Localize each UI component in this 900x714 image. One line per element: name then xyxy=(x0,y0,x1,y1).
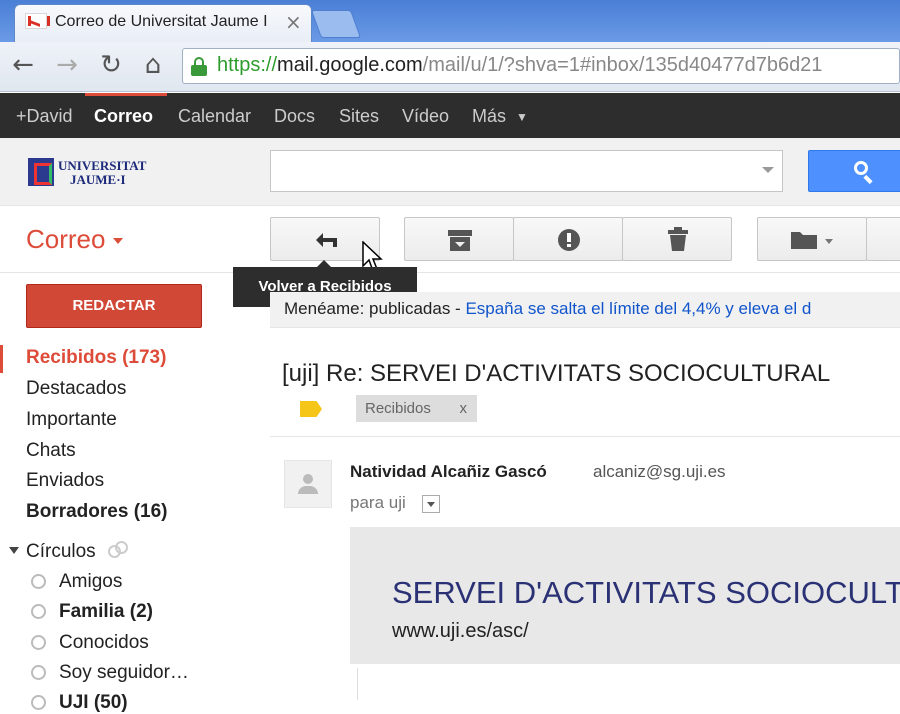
web-clip: Menéame: publicadas - España se salta el… xyxy=(270,292,900,328)
gbar-active-indicator xyxy=(85,93,167,96)
circle-bullet-icon xyxy=(31,604,46,619)
gbar-sites[interactable]: Sites xyxy=(339,106,379,127)
folder-icon xyxy=(791,232,833,249)
browser-tabstrip: Correo de Universitat Jaume I × xyxy=(0,0,900,42)
reload-icon[interactable]: ↻ xyxy=(96,50,126,80)
sidebar-item-chats[interactable]: Chats xyxy=(26,440,76,462)
tab-title: Correo de Universitat Jaume I xyxy=(55,13,268,30)
back-arrow-icon[interactable]: ← xyxy=(8,50,38,80)
circle-item-uji[interactable]: UJI (50) xyxy=(59,692,128,714)
circle-bullet-icon xyxy=(31,574,46,589)
university-logo[interactable]: UNIVERSITAT JAUME·I xyxy=(28,158,148,188)
google-bar: +David Correo Calendar Docs Sites Vídeo … xyxy=(0,93,900,138)
circle-bullet-icon xyxy=(31,695,46,710)
gbar-calendar[interactable]: Calendar xyxy=(178,106,251,127)
new-tab-button[interactable] xyxy=(310,10,362,38)
message-subject: [uji] Re: SERVEI D'ACTIVITATS SOCIOCULTU… xyxy=(282,360,831,387)
circle-item-seguidor[interactable]: Soy seguidor… xyxy=(59,662,189,684)
more-caret-icon: ▼ xyxy=(516,110,528,124)
gbar-video[interactable]: Vídeo xyxy=(402,106,449,127)
collapse-triangle-icon[interactable] xyxy=(9,547,19,554)
spam-icon xyxy=(558,229,580,251)
move-to-button[interactable] xyxy=(757,217,867,261)
circle-item-amigos[interactable]: Amigos xyxy=(59,571,122,593)
circles-icon xyxy=(108,541,130,561)
circle-bullet-icon xyxy=(31,665,46,680)
search-icon xyxy=(854,161,868,175)
banner-url: www.uji.es/asc/ xyxy=(392,620,529,642)
delete-button[interactable] xyxy=(622,217,732,261)
gbar-mail[interactable]: Correo xyxy=(94,106,153,127)
home-icon[interactable]: ⌂ xyxy=(138,50,168,80)
importance-marker-icon[interactable] xyxy=(300,401,322,417)
gbar-plus-user[interactable]: +David xyxy=(16,106,73,127)
divider xyxy=(0,272,900,273)
show-details-caret-icon[interactable] xyxy=(422,495,440,513)
lock-icon xyxy=(191,57,207,76)
browser-toolbar: ← → ↻ ⌂ https://mail.google.com/mail/u/1… xyxy=(0,42,900,92)
archive-icon xyxy=(448,230,472,251)
label-chip: Recibidos x xyxy=(356,395,477,422)
sidebar-item-circles[interactable]: Círculos xyxy=(26,541,96,563)
divider xyxy=(270,436,900,437)
trash-icon xyxy=(668,227,688,251)
circle-item-familia[interactable]: Familia (2) xyxy=(59,601,153,623)
archive-button[interactable] xyxy=(404,217,514,261)
remove-label-icon[interactable]: x xyxy=(460,395,468,422)
uji-logo-mark-icon xyxy=(28,158,54,186)
gmail-header: UNIVERSITAT JAUME·I xyxy=(0,138,900,206)
web-clip-link[interactable]: España se salta el límite del 4,4% y ele… xyxy=(465,299,811,318)
gbar-more[interactable]: Más xyxy=(472,106,506,127)
search-button[interactable] xyxy=(808,150,900,192)
circle-item-conocidos[interactable]: Conocidos xyxy=(59,632,149,654)
sender-name[interactable]: Natividad Alcañiz Gascó xyxy=(350,462,547,482)
url-text: https://mail.google.com/mail/u/1/?shva=1… xyxy=(217,54,823,76)
active-folder-indicator xyxy=(0,345,3,373)
person-icon xyxy=(303,474,313,484)
search-options-caret-icon[interactable] xyxy=(762,167,774,173)
address-bar[interactable]: https://mail.google.com/mail/u/1/?shva=1… xyxy=(182,48,900,84)
gmail-icon xyxy=(25,13,50,29)
labels-button[interactable] xyxy=(866,217,900,261)
sender-email: alcaniz@sg.uji.es xyxy=(593,462,726,481)
search-input[interactable] xyxy=(270,150,783,192)
avatar[interactable] xyxy=(284,460,332,508)
sidebar-item-sent[interactable]: Enviados xyxy=(26,470,104,492)
sidebar-item-inbox[interactable]: Recibidos (173) xyxy=(26,347,166,369)
mail-menu-title[interactable]: Correo xyxy=(26,224,124,255)
compose-button[interactable]: REDACTAR xyxy=(26,284,202,328)
sidebar-item-important[interactable]: Importante xyxy=(26,409,117,431)
gbar-docs[interactable]: Docs xyxy=(274,106,315,127)
report-spam-button[interactable] xyxy=(513,217,623,261)
sidebar-item-starred[interactable]: Destacados xyxy=(26,378,126,400)
message-banner: SERVEI D'ACTIVITATS SOCIOCULTU www.uji.e… xyxy=(350,527,900,664)
divider xyxy=(357,668,358,700)
chevron-down-icon xyxy=(113,238,124,245)
web-clip-source: Menéame: publicadas - xyxy=(284,299,466,318)
sidebar-item-drafts[interactable]: Borradores (16) xyxy=(26,501,168,523)
recipient-text: para uji xyxy=(350,493,406,512)
tab-close-icon[interactable]: × xyxy=(285,10,302,34)
circle-bullet-icon xyxy=(31,635,46,650)
banner-title: SERVEI D'ACTIVITATS SOCIOCULTU xyxy=(392,575,900,610)
browser-tab[interactable]: Correo de Universitat Jaume I × xyxy=(14,4,312,42)
forward-arrow-icon[interactable]: → xyxy=(52,50,82,80)
